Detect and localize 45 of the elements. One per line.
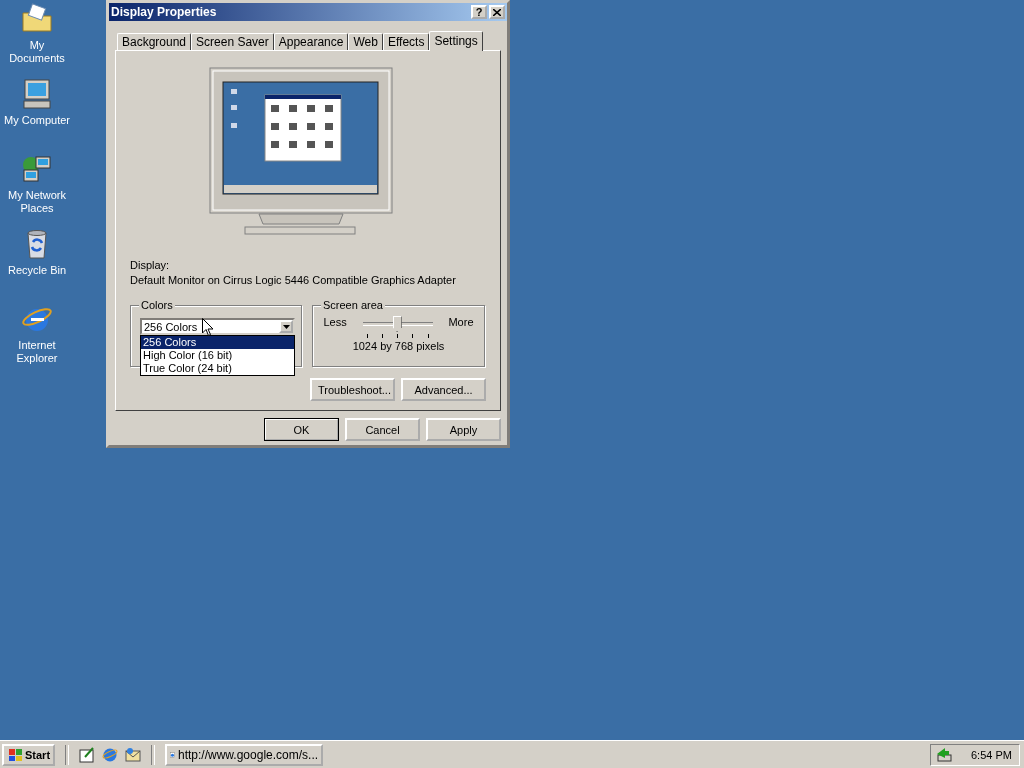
caret-icon [282, 324, 290, 329]
globe-e-icon[interactable] [102, 746, 119, 763]
mail-icon[interactable] [125, 746, 142, 763]
tab[interactable]: Web [348, 33, 383, 50]
tab[interactable]: Background [117, 33, 192, 50]
tab[interactable]: Appearance [273, 33, 349, 50]
more-label: More [448, 316, 474, 328]
network-tray-icon[interactable] [935, 746, 953, 763]
dialog-button[interactable]: Cancel [345, 418, 420, 441]
desktop-icon-label[interactable]: Internet Explorer [1, 339, 73, 365]
close-icon [493, 8, 501, 16]
dropdown-button[interactable] [279, 320, 293, 333]
desktop-icon-label[interactable]: My Network Places [1, 189, 73, 215]
computer-icon[interactable] [21, 78, 53, 110]
slider-thumb[interactable] [392, 316, 402, 332]
network-computers-icon[interactable] [21, 153, 53, 185]
dropdown-option[interactable]: High Color (16 bit) [141, 349, 294, 362]
display-adapter-text: Default Monitor on Cirrus Logic 5446 Compatible Graphics Adapter [130, 274, 457, 286]
folder-icon[interactable] [21, 3, 53, 35]
dialog-button[interactable]: OK [264, 418, 339, 441]
start-button[interactable]: Start [2, 743, 56, 766]
dropdown-option[interactable]: True Color (24 bit) [141, 362, 294, 375]
panel-button[interactable]: Troubleshoot... [310, 378, 395, 401]
desktop-icon-label[interactable]: Recycle Bin [1, 264, 73, 277]
group-label: Colors [139, 299, 175, 311]
group-label: Screen area [321, 299, 385, 311]
tab[interactable]: Settings [429, 31, 483, 51]
display-label: Display: [130, 259, 171, 271]
taskbar-window-button[interactable]: http://www.google.com/s... [165, 743, 324, 766]
desktop-note-icon[interactable] [79, 746, 96, 763]
tab[interactable]: Screen Saver [191, 33, 274, 50]
clock[interactable]: 6:54 PM [971, 748, 1012, 761]
colors-dropdown[interactable]: 256 Colors [140, 318, 295, 335]
help-button[interactable]: ? [471, 5, 487, 19]
resolution-text: 1024 by 768 pixels [352, 340, 445, 352]
dialog-button[interactable]: Apply [426, 418, 501, 441]
tab[interactable]: Effects [382, 33, 430, 50]
desktop-icon-label[interactable]: My Documents [1, 39, 73, 65]
window-title: Display Properties [111, 5, 217, 19]
close-button[interactable] [489, 5, 505, 19]
dropdown-option[interactable]: 256 Colors [141, 336, 294, 349]
less-label: Less [323, 316, 347, 328]
windows-flag-icon [7, 747, 23, 762]
desktop-icon-label[interactable]: My Computer [1, 114, 73, 127]
panel-button[interactable]: Advanced... [401, 378, 486, 401]
